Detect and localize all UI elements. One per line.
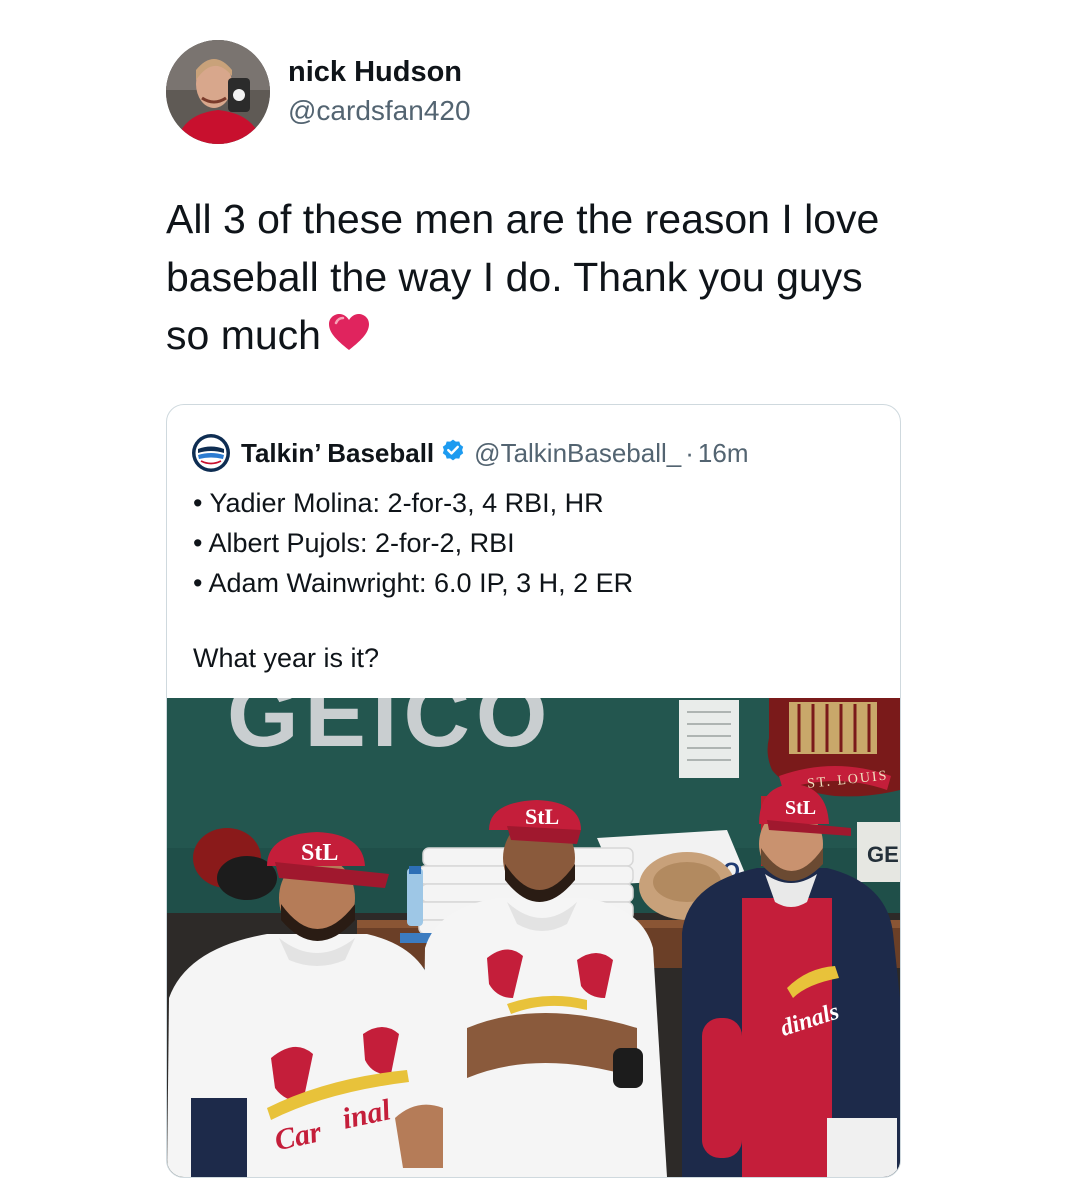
quoted-display-name[interactable]: Talkin’ Baseball — [241, 438, 434, 469]
tweet-text: All 3 of these men are the reason I love… — [166, 190, 906, 367]
quoted-question: What year is it? — [193, 643, 380, 673]
quoted-tweet-header: Talkin’ Baseball @TalkinBaseball_ · 16m — [191, 433, 748, 473]
quoted-timestamp[interactable]: 16m — [698, 438, 749, 469]
author-handle[interactable]: @cardsfan420 — [288, 95, 471, 127]
tweet-body-text: All 3 of these men are the reason I love… — [166, 196, 880, 358]
stat-line-pujols: • Albert Pujols: 2-for-2, RBI — [193, 528, 515, 558]
stat-line-wainwright: • Adam Wainwright: 6.0 IP, 3 H, 2 ER — [193, 568, 634, 598]
svg-text:StL: StL — [301, 840, 338, 866]
dugout-photo[interactable]: GEICO ST. LOUIS GE CO — [167, 698, 900, 1177]
wall-sign-ge: GE — [867, 842, 899, 867]
quoted-handle[interactable]: @TalkinBaseball_ — [474, 438, 681, 469]
stat-lines: • Yadier Molina: 2-for-3, 4 RBI, HR • Al… — [193, 483, 633, 603]
svg-text:StL: StL — [525, 804, 559, 829]
verified-badge-icon — [440, 438, 466, 469]
quoted-tweet-card[interactable]: Talkin’ Baseball @TalkinBaseball_ · 16m … — [166, 404, 901, 1178]
svg-text:StL: StL — [785, 797, 816, 819]
geico-sign: GEICO — [227, 698, 553, 766]
author-avatar[interactable] — [166, 40, 270, 144]
author-display-name[interactable]: nick Hudson — [288, 56, 462, 89]
heart-emoji-icon — [327, 309, 371, 367]
header-separator: · — [685, 437, 694, 468]
talkin-baseball-logo-icon[interactable] — [191, 433, 231, 473]
stat-line-molina: • Yadier Molina: 2-for-3, 4 RBI, HR — [193, 488, 604, 518]
